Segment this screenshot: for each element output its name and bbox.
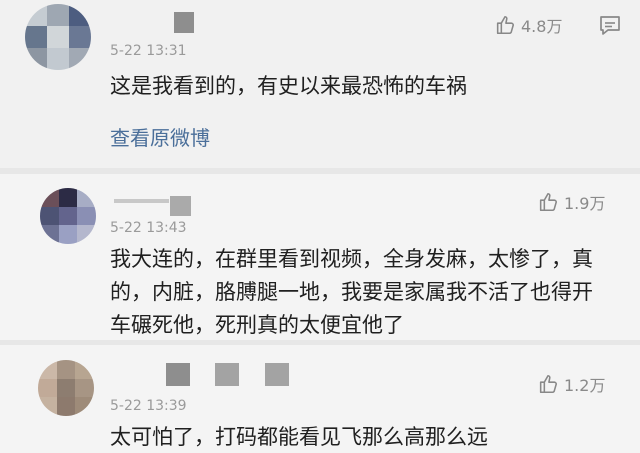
comment-text: 太可怕了，打码都能看见飞那么高那么远 [110, 425, 488, 449]
comment-card-1: 5-22 13:31 这是我看到的，有史以来最恐怖的车祸 查看原微博 4.8万 [0, 0, 640, 168]
avatar[interactable] [40, 188, 96, 244]
comment-timestamp: 5-22 13:39 [110, 398, 187, 414]
like-count: 1.2万 [564, 376, 606, 395]
comment-card-3: 5-22 13:39 太可怕了，打码都能看见飞那么高那么远 1.2万 [0, 345, 640, 453]
comment-timestamp: 5-22 13:43 [110, 220, 187, 236]
username-mask [174, 12, 194, 33]
comment-timestamp: 5-22 13:31 [110, 43, 187, 59]
thumb-up-icon [539, 374, 558, 394]
like-button[interactable]: 4.8万 [494, 13, 562, 37]
avatar[interactable] [38, 360, 94, 416]
username-mask [170, 196, 191, 216]
comment-feed: 5-22 13:31 这是我看到的，有史以来最恐怖的车祸 查看原微博 4.8万 [0, 0, 640, 453]
view-original-weibo-link[interactable]: 查看原微博 [110, 122, 210, 151]
comment-text: 这是我看到的，有史以来最恐怖的车祸 [110, 74, 467, 98]
username-mask [215, 363, 239, 386]
comment-card-2: 5-22 13:43 我大连的，在群里看到视频，全身发麻，太惨了，真的，内脏，胳… [0, 174, 640, 340]
thumb-up-icon [539, 192, 558, 212]
like-button[interactable]: 1.9万 [537, 190, 605, 214]
username-underline-mask [114, 199, 169, 203]
username-mask [265, 363, 289, 386]
like-count: 4.8万 [521, 17, 563, 36]
username-mask [166, 363, 190, 386]
like-button[interactable]: 1.2万 [537, 372, 605, 396]
avatar[interactable] [25, 4, 91, 70]
comment-text: 我大连的，在群里看到视频，全身发麻，太惨了，真的，内脏，胳膊腿一地，我要是家属我… [110, 247, 593, 337]
comment-icon[interactable] [598, 14, 622, 36]
like-count: 1.9万 [564, 194, 606, 213]
thumb-up-icon [496, 15, 515, 35]
